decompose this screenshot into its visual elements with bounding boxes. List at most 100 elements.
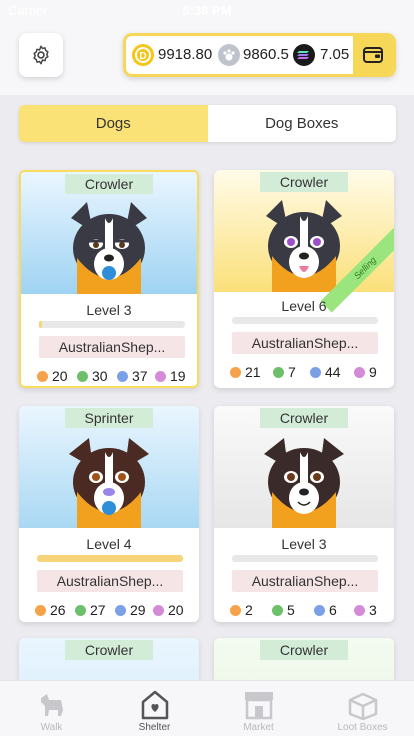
stat-dot-icon <box>115 605 126 616</box>
dog-card[interactable]: Crowler <box>19 638 199 680</box>
bottom-tab-bar: Walk Shelter Market Loot Boxes <box>0 680 414 736</box>
dog-type-badge: Crowler <box>65 640 153 660</box>
dog-type-badge: Sprinter <box>65 408 153 428</box>
dog-breed: AustralianShep... <box>37 570 183 592</box>
stat-purple: 20 <box>153 602 184 618</box>
dog-portrait-icon <box>266 200 342 292</box>
stat-green: 7 <box>273 364 296 380</box>
dog-stats: 21 7 44 9 <box>230 364 380 380</box>
stat-purple: 3 <box>354 602 377 618</box>
stat-dot-icon <box>37 371 48 382</box>
tab-walk[interactable]: Walk <box>0 681 103 736</box>
stat-orange: 20 <box>37 368 68 384</box>
wallet-icon <box>363 47 383 63</box>
tab-dogs[interactable]: Dogs <box>19 105 208 142</box>
gold-coin-icon: D <box>132 44 154 66</box>
shelter-house-icon <box>141 690 168 720</box>
paw-coin-icon <box>218 44 240 66</box>
settings-button[interactable] <box>19 33 63 77</box>
stat-dot-icon <box>310 367 321 378</box>
dog-portrait-icon <box>69 438 149 528</box>
stat-orange: 2 <box>230 602 253 618</box>
dog-portrait-icon <box>59 664 159 680</box>
wallet-balance-bar: D 9918.80 9860.5 7.05 <box>123 33 396 77</box>
stat-dot-icon <box>354 367 365 378</box>
stat-blue: 44 <box>310 364 341 380</box>
tab-label: Loot Boxes <box>337 722 388 733</box>
shelter-tabs: Dogs Dog Boxes <box>19 105 396 142</box>
dog-level: Level 3 <box>281 536 327 552</box>
dog-stats: 26 27 29 20 <box>35 602 185 618</box>
dog-card-portrait: Crowler <box>19 638 199 680</box>
xp-bar <box>37 555 183 562</box>
stat-green: 30 <box>77 368 108 384</box>
dog-breed: AustralianShep... <box>232 332 378 354</box>
market-stall-icon <box>244 692 273 720</box>
dog-stats: 20 30 37 19 <box>37 368 187 384</box>
dog-card[interactable]: Crowler <box>214 638 394 680</box>
solana-balance: 7.05 <box>320 46 350 63</box>
solana-coin-icon <box>293 44 315 66</box>
status-bar: Carrier 8:38 PM <box>0 0 414 22</box>
clock-label: 8:38 PM <box>182 3 232 18</box>
tab-market[interactable]: Market <box>207 681 310 736</box>
xp-bar-fill <box>37 555 183 562</box>
xp-bar <box>232 555 378 562</box>
tab-dog-boxes[interactable]: Dog Boxes <box>208 105 397 142</box>
stat-dot-icon <box>35 605 46 616</box>
svg-text:D: D <box>139 51 146 62</box>
tab-label: Shelter <box>138 722 171 733</box>
stat-orange: 26 <box>35 602 66 618</box>
tab-label: Walk <box>40 722 63 733</box>
stat-blue: 37 <box>117 368 148 384</box>
stat-dot-icon <box>230 367 241 378</box>
dog-card[interactable]: Crowler Selling Level 6 AustralianShep..… <box>214 170 394 388</box>
stat-green: 5 <box>272 602 295 618</box>
tab-shelter[interactable]: Shelter <box>103 681 206 736</box>
stat-dot-icon <box>117 371 128 382</box>
xp-bar <box>39 321 185 328</box>
stat-dot-icon <box>77 371 88 382</box>
stat-blue: 6 <box>314 602 337 618</box>
wallet-button[interactable] <box>353 36 393 74</box>
dog-card[interactable]: Crowler Level 3 AustralianShep... 2 5 6 … <box>214 406 394 622</box>
dog-type-badge: Crowler <box>65 174 153 194</box>
gold-balance: 9918.80 <box>158 46 213 63</box>
stat-dot-icon <box>153 605 164 616</box>
dog-level: Level 4 <box>86 536 132 552</box>
stat-dot-icon <box>230 605 241 616</box>
xp-bar <box>232 317 378 324</box>
dog-type-badge: Crowler <box>260 640 348 660</box>
gear-icon <box>33 45 49 65</box>
dog-card-portrait: Crowler <box>21 172 197 294</box>
xp-bar-fill <box>39 321 42 328</box>
stat-dot-icon <box>273 367 284 378</box>
tab-loot-boxes[interactable]: Loot Boxes <box>311 681 414 736</box>
stat-purple: 9 <box>354 364 377 380</box>
stat-dot-icon <box>75 605 86 616</box>
tab-label: Market <box>243 722 274 733</box>
dog-card-portrait: Crowler <box>214 638 394 680</box>
stat-dot-icon <box>272 605 283 616</box>
dog-level: Level 3 <box>86 302 132 318</box>
stat-dot-icon <box>155 371 166 382</box>
stat-purple: 19 <box>155 368 186 384</box>
dog-breed: AustralianShep... <box>39 336 185 358</box>
loot-box-icon <box>348 692 377 720</box>
dog-stats: 2 5 6 3 <box>230 602 380 618</box>
dog-card[interactable]: Crowler Level 3 AustralianShep... 20 30 … <box>19 170 199 388</box>
paw-balance: 9860.5 <box>243 46 289 63</box>
stat-dot-icon <box>354 605 365 616</box>
dog-type-badge: Crowler <box>260 172 348 192</box>
dog-walk-icon <box>40 694 63 716</box>
dog-type-badge: Crowler <box>260 408 348 428</box>
dog-card-portrait: Crowler Selling <box>214 170 394 313</box>
dog-grid: Crowler Level 3 AustralianShep... 20 30 … <box>0 160 414 680</box>
dog-level: Level 6 <box>281 298 327 314</box>
stat-blue: 29 <box>115 602 146 618</box>
dog-portrait-icon <box>264 438 344 528</box>
dog-card[interactable]: Sprinter Level 4 AustralianShep... 26 27… <box>19 406 199 622</box>
stat-dot-icon <box>314 605 325 616</box>
dog-breed: AustralianShep... <box>232 570 378 592</box>
dog-card-portrait: Sprinter <box>19 406 199 528</box>
